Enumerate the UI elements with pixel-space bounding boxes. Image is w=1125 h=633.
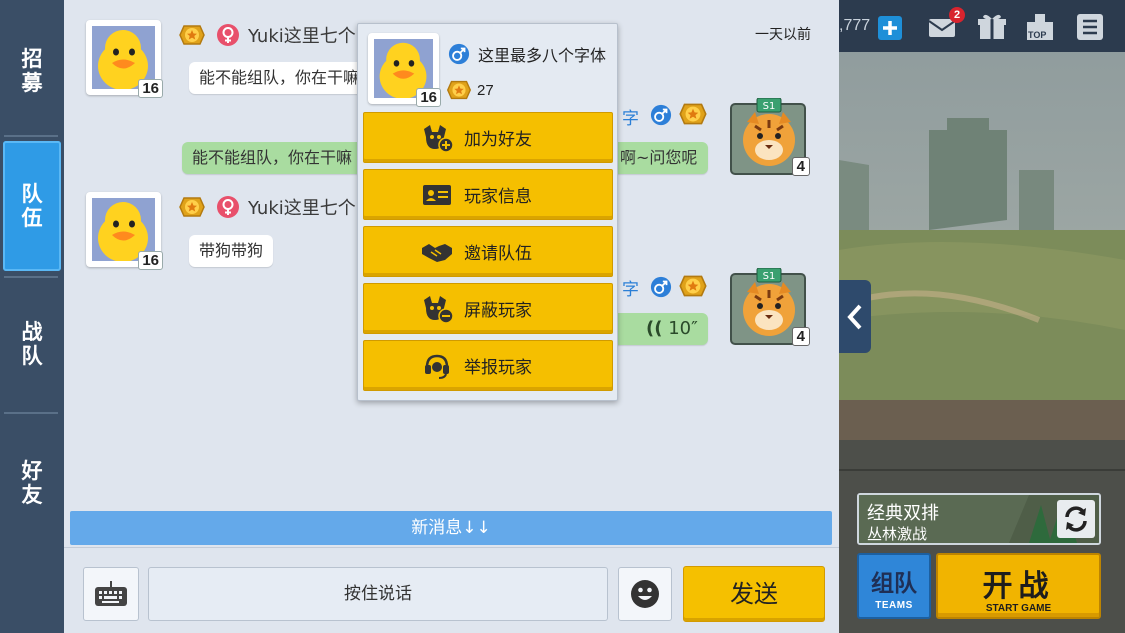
- nav-item-label: 招募: [21, 47, 43, 95]
- popup-player-name: 这里最多八个字体: [478, 46, 607, 65]
- male-icon: [448, 43, 470, 65]
- left-nav: 招募 队伍 战队 好友: [0, 0, 64, 633]
- nav-divider: [4, 276, 58, 278]
- send-button[interactable]: 发送: [683, 566, 825, 622]
- team-sublabel: TEAMS: [875, 600, 913, 611]
- female-icon: [217, 196, 239, 218]
- rank-badge-icon: [679, 103, 707, 125]
- add-friend-button[interactable]: 加为好友: [363, 112, 613, 163]
- gift-icon[interactable]: [977, 12, 1007, 42]
- smiley-icon: [631, 580, 659, 608]
- start-sublabel: START GAME: [985, 603, 1052, 614]
- collapse-panel-button[interactable]: [839, 280, 871, 353]
- menu-label: 举报玩家: [464, 358, 532, 378]
- level-badge: 4: [791, 327, 810, 346]
- game-mode-card[interactable]: 经典双排 丛林激战: [857, 493, 1101, 545]
- sender-line: Yuki这里七个: [176, 22, 356, 48]
- sender-line: Yuki这里七个: [176, 194, 356, 220]
- nav-item-recruit[interactable]: 招募: [0, 20, 64, 122]
- menu-icon[interactable]: [1075, 12, 1105, 42]
- coin-count: ,777: [839, 17, 871, 34]
- menu-label: 加为好友: [464, 130, 532, 150]
- avatar[interactable]: 16: [86, 20, 163, 98]
- menu-label: 玩家信息: [464, 187, 532, 207]
- voice-wave-icon: ((: [646, 318, 663, 339]
- top-label: TOP: [1028, 30, 1047, 40]
- message-bubble-self-tail: 啊~问您呢: [612, 142, 708, 174]
- start-game-button[interactable]: 开战 START GAME: [936, 553, 1101, 619]
- emoji-button[interactable]: [618, 567, 672, 621]
- rank-badge-icon: [679, 275, 707, 297]
- chat-panel: 16 Yuki这里七个 能不能组队，你在干嘛 一天以前 字 能不能组队，你在干嘛…: [64, 0, 839, 633]
- mail-badge: 2: [949, 7, 965, 23]
- block-player-icon: [416, 291, 458, 327]
- mode-title: 经典双排: [867, 503, 939, 524]
- team-label: 组队: [871, 571, 917, 597]
- rank-badge-icon: [179, 25, 205, 45]
- popup-rank: 27: [444, 77, 494, 103]
- id-card-icon: [416, 177, 458, 213]
- male-icon: [650, 104, 672, 126]
- handshake-icon: [416, 234, 458, 270]
- nav-item-label: 战队: [21, 320, 43, 368]
- menu-label: 屏蔽玩家: [464, 301, 532, 321]
- nav-item-team[interactable]: 队伍: [3, 141, 61, 271]
- nav-item-clan[interactable]: 战队: [0, 282, 64, 406]
- chevron-left-icon: [847, 304, 862, 329]
- mode-subtitle: 丛林激战: [867, 525, 928, 543]
- refresh-icon[interactable]: [1057, 500, 1095, 538]
- popup-avatar: 16: [368, 33, 441, 107]
- voice-message-bubble[interactable]: (( 10″: [612, 313, 708, 345]
- keyboard-icon: [95, 581, 127, 606]
- nav-item-label: 队伍: [21, 182, 43, 230]
- report-player-button[interactable]: 举报玩家: [363, 340, 613, 391]
- nav-item-label: 好友: [21, 459, 43, 507]
- message-bubble-self: 能不能组队，你在干嘛: [182, 142, 382, 174]
- nav-divider: [4, 412, 58, 414]
- rank-badge-icon: [179, 197, 205, 217]
- sender-name[interactable]: Yuki这里七个: [248, 22, 356, 48]
- level-badge: 16: [138, 79, 163, 98]
- timestamp: 一天以前: [755, 27, 811, 43]
- level-badge: 16: [416, 88, 441, 107]
- svg-text:S1: S1: [763, 271, 776, 282]
- voice-duration: 10″: [668, 318, 698, 339]
- sender-name-fragment: 字: [622, 280, 639, 300]
- input-bar: 按住说话 发送: [64, 547, 839, 633]
- rank-badge-icon: [446, 80, 472, 100]
- avatar[interactable]: 16: [86, 192, 163, 270]
- tiger-avatar[interactable]: S1 4: [729, 97, 810, 178]
- team-button[interactable]: 组队 TEAMS: [857, 553, 931, 619]
- player-info-button[interactable]: 玩家信息: [363, 169, 613, 220]
- hold-to-talk-button[interactable]: 按住说话: [148, 567, 608, 621]
- tiger-avatar[interactable]: S1 4: [729, 267, 810, 348]
- player-popup: 16 这里最多八个字体 27 加为好友 玩家信息 邀请队伍 屏蔽玩家 举报玩家: [357, 23, 618, 401]
- plus-icon: [883, 21, 897, 35]
- start-label: 开战: [982, 569, 1055, 604]
- popup-rank-value: 27: [477, 81, 494, 99]
- male-icon: [650, 276, 672, 298]
- sender-name[interactable]: Yuki这里七个: [248, 194, 356, 220]
- sender-name-fragment: 字: [622, 109, 639, 129]
- menu-label: 邀请队伍: [464, 244, 532, 264]
- svg-text:S1: S1: [763, 101, 776, 112]
- message-bubble: 带狗带狗: [189, 235, 274, 267]
- level-badge: 16: [138, 251, 163, 270]
- new-messages-bar[interactable]: 新消息↓↓: [70, 511, 832, 545]
- level-badge: 4: [791, 157, 810, 176]
- female-icon: [217, 24, 239, 46]
- top-bar: ,777 2 TOP: [839, 0, 1125, 52]
- invite-team-button[interactable]: 邀请队伍: [363, 226, 613, 277]
- add-coins-button[interactable]: [878, 16, 902, 40]
- headset-report-icon: [416, 348, 458, 384]
- keyboard-toggle-button[interactable]: [83, 567, 139, 621]
- popup-name-line: 这里最多八个字体: [448, 42, 606, 66]
- nav-divider: [4, 135, 58, 137]
- nav-item-friends[interactable]: 好友: [0, 418, 64, 548]
- add-friend-icon: [416, 120, 458, 156]
- message-bubble: 能不能组队，你在干嘛: [189, 62, 370, 94]
- block-player-button[interactable]: 屏蔽玩家: [363, 283, 613, 334]
